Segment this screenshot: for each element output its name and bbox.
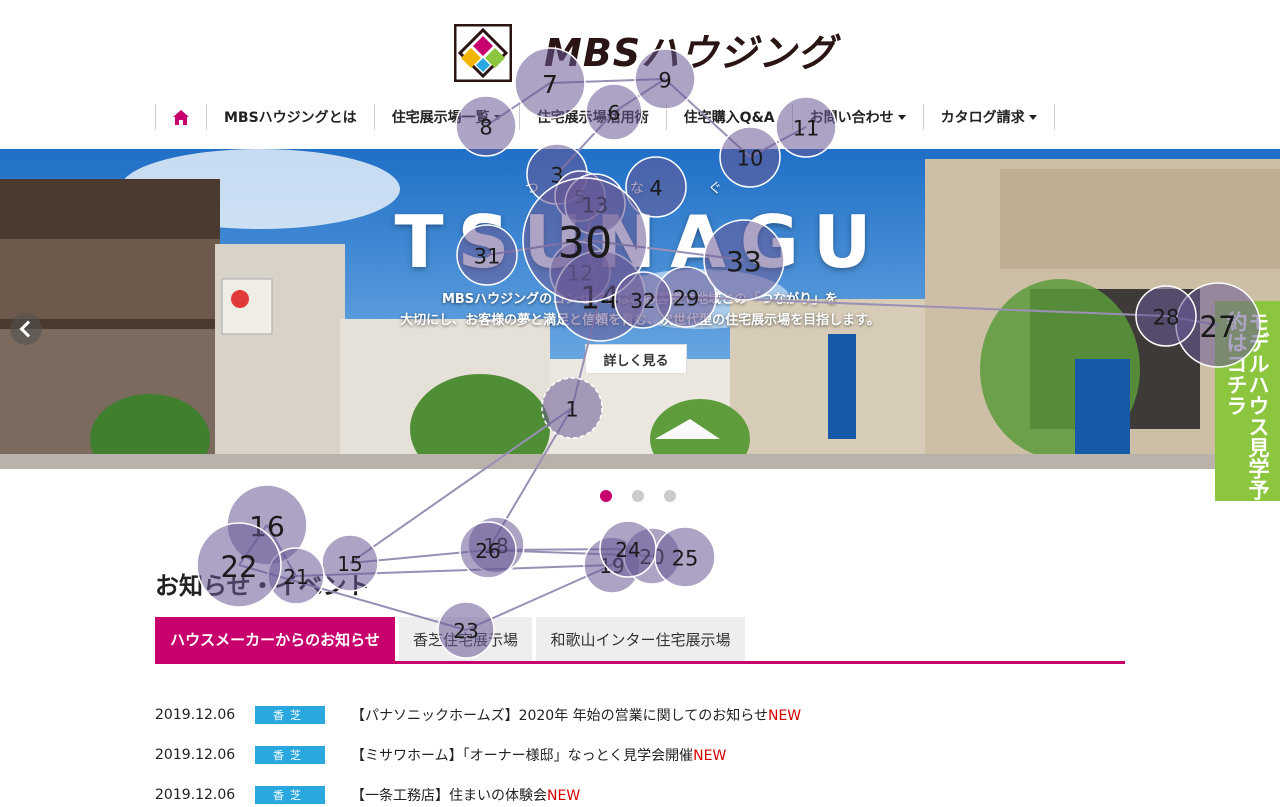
- gaze-bubble-25: 25: [654, 526, 716, 588]
- nav-tips[interactable]: 住宅展示場活用術: [520, 104, 667, 130]
- gaze-bubble-19: 19: [583, 536, 641, 594]
- gaze-bubble-circle: [599, 520, 657, 578]
- nav-contact[interactable]: お問い合わせ: [793, 104, 924, 130]
- nav-qa[interactable]: 住宅購入Q&A: [667, 104, 793, 130]
- chevron-down-icon: [493, 114, 502, 120]
- gaze-path-line: [487, 549, 653, 557]
- tab-wakayama[interactable]: 和歌山インター住宅展示場: [536, 617, 745, 661]
- hero-furigana-tsu: つ: [525, 181, 539, 197]
- news-link[interactable]: 【パナソニックホームズ】2020年 年始の営業に関してのお知らせNEW: [351, 705, 801, 725]
- location-badge: 香芝: [255, 706, 325, 724]
- tab-housemaker-news[interactable]: ハウスメーカーからのお知らせ: [155, 617, 395, 661]
- slider-dot-1[interactable]: [600, 490, 612, 502]
- logo-mark-icon: [453, 23, 524, 83]
- news-section-title: お知らせ・イベント: [155, 572, 371, 600]
- gaze-bubble-26: 26: [459, 521, 517, 579]
- nav-showrooms[interactable]: 住宅展示場一覧: [375, 104, 520, 130]
- gaze-bubble-circle: [583, 536, 641, 594]
- logo-text: MBSハウジング: [544, 31, 837, 75]
- gaze-bubble-label: 24: [615, 538, 640, 562]
- hero-furigana-gu: ぐ: [708, 181, 722, 197]
- hero-title: TSUNAGU: [394, 200, 886, 284]
- news-date: 2019.12.06: [155, 787, 236, 803]
- gaze-bubble-18: 18: [467, 516, 525, 574]
- gaze-bubble-24: 24: [599, 520, 657, 578]
- gaze-bubble-circle: [623, 527, 681, 585]
- gaze-bubble-20: 20: [623, 527, 681, 585]
- slider-dot-2[interactable]: [632, 490, 644, 502]
- new-label: NEW: [767, 708, 802, 724]
- news-item[interactable]: 2019.12.06 香芝 【ミサワホーム】「オーナー様邸」なっとく見学会開催N…: [155, 743, 726, 767]
- tab-kashiba[interactable]: 香芝住宅展示場: [399, 617, 532, 661]
- slider-dot-3[interactable]: [664, 490, 676, 502]
- nav-catalog[interactable]: カタログ請求: [924, 104, 1055, 130]
- location-badge: 香芝: [255, 746, 325, 764]
- side-tab-label: モデルハウス見学予約はコチラ: [1224, 311, 1270, 500]
- gaze-path-line: [611, 548, 629, 566]
- news-date: 2019.12.06: [155, 707, 236, 723]
- news-link[interactable]: 【一条工務店】住まいの体験会NEW: [351, 785, 580, 805]
- location-badge: 香芝: [255, 786, 325, 804]
- nav-home[interactable]: [156, 104, 207, 130]
- hero-line-1: MBSハウジングのコンセプトは、お客様や地域との「つながり」を: [441, 292, 839, 307]
- gaze-bubble-label: 25: [672, 546, 699, 570]
- news-item[interactable]: 2019.12.06 香芝 【一条工務店】住まいの体験会NEW: [155, 783, 580, 807]
- news-item[interactable]: 2019.12.06 香芝 【パナソニックホームズ】2020年 年始の営業に関し…: [155, 703, 801, 727]
- news-date: 2019.12.06: [155, 747, 236, 763]
- gaze-bubble-circle: [459, 521, 517, 579]
- model-house-booking-tab[interactable]: モデルハウス見学予約はコチラ: [1215, 301, 1280, 501]
- gaze-bubble-label: 19: [599, 554, 624, 578]
- news-link[interactable]: 【ミサワホーム】「オーナー様邸」なっとく見学会開催NEW: [351, 745, 726, 765]
- gaze-bubble-label: 26: [475, 539, 500, 563]
- gaze-path-line: [487, 548, 629, 551]
- chevron-down-icon: [1028, 114, 1037, 120]
- nav-about[interactable]: MBSハウジングとは: [207, 104, 375, 130]
- gaze-bubble-label: 20: [639, 545, 664, 569]
- hero-line-2: 大切にし、お客様の夢と満足と信頼を育む、次世代型の住宅展示場を目指します。: [400, 313, 880, 328]
- gaze-bubble-16: 16: [226, 484, 308, 566]
- gaze-bubble-label: 18: [483, 534, 508, 558]
- gaze-bubble-circle: [226, 484, 308, 566]
- hero-detail-button[interactable]: 詳しく見る: [585, 344, 687, 374]
- gaze-bubble-circle: [654, 526, 716, 588]
- gaze-bubble-label: 16: [249, 510, 285, 543]
- gaze-path-line: [349, 549, 489, 564]
- main-nav: MBSハウジングとは 住宅展示場一覧 住宅展示場活用術 住宅購入Q&A お問い合…: [155, 104, 1055, 130]
- chevron-down-icon: [897, 114, 906, 120]
- site-logo[interactable]: MBSハウジング: [453, 23, 837, 83]
- hero-furigana-na: な: [630, 181, 644, 197]
- new-label: NEW: [693, 748, 727, 764]
- new-label: NEW: [547, 788, 581, 804]
- news-tabs: ハウスメーカーからのお知らせ 香芝住宅展示場 和歌山インター住宅展示場: [155, 617, 1125, 664]
- home-icon: [173, 109, 189, 125]
- slider-dots: [600, 490, 676, 502]
- gaze-path-line: [238, 524, 268, 566]
- gaze-bubble-circle: [467, 516, 525, 574]
